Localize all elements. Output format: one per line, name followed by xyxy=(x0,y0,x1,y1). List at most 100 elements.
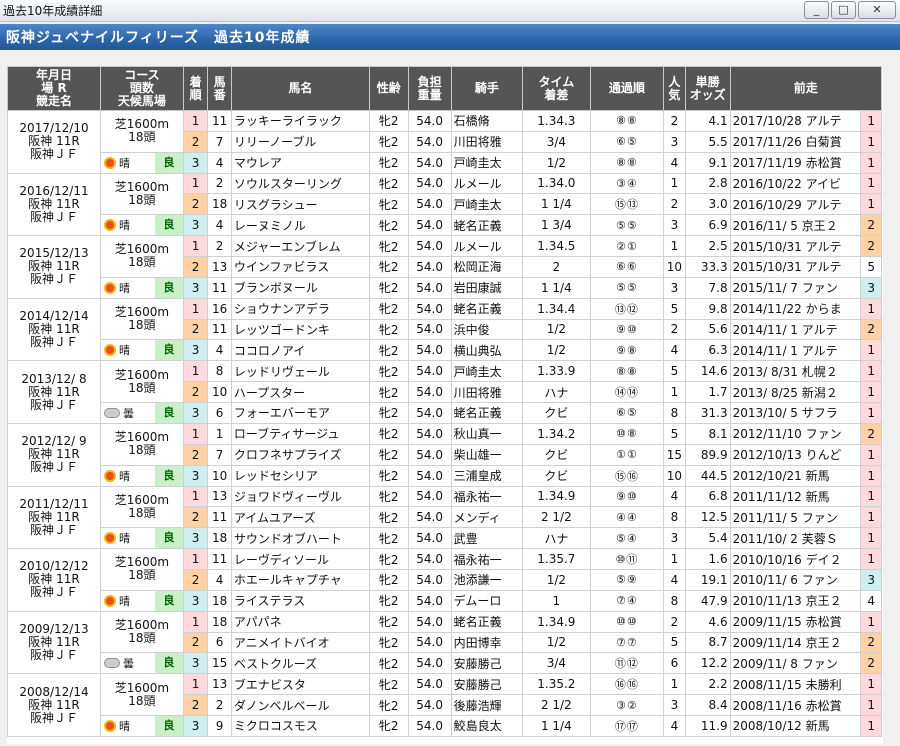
jockey-name[interactable]: 蛯名正義 xyxy=(450,610,524,633)
jockey-name[interactable]: 鮫島良太 xyxy=(450,714,524,737)
maximize-button[interactable]: □ xyxy=(831,1,856,19)
horse-name[interactable]: レーヌミノル xyxy=(230,214,370,237)
previous-race[interactable]: 2014/11/22 からま xyxy=(729,297,862,320)
table-row[interactable]: 2009/12/13 阪神 11R 阪神ＪＦ 芝1600m 18頭 1 18 アパパネ牝… xyxy=(6,610,882,675)
jockey-name[interactable]: 後藤浩輝 xyxy=(450,694,524,716)
previous-race[interactable]: 2013/10/ 5 サフラ xyxy=(729,401,862,424)
col-header-name[interactable]: 馬名 xyxy=(230,66,370,111)
horse-name[interactable]: ラッキーライラック xyxy=(230,110,370,132)
table-row[interactable]: 晴良 3 9 ミクロコスモス 牝2 54.0 鮫島良太 1 1/4 ⑰⑰ 4 11.9 2008/10… xyxy=(8,714,882,737)
previous-race[interactable]: 2016/11/ 5 京王２ xyxy=(729,214,862,237)
jockey-name[interactable]: 蛯名正義 xyxy=(450,297,524,320)
table-row[interactable]: 2013/12/ 8 阪神 11R 阪神ＪＦ 芝1600m 18頭 1 8 レッドリヴェ… xyxy=(6,360,882,424)
previous-race[interactable]: 2008/10/12 新馬 xyxy=(729,714,862,737)
table-row[interactable]: 晴良 3 4 レーヌミノル 牝2 54.0 蛯名正義 1 3/4 ⑤⑤ 3 6.9 2016/11/ … xyxy=(8,214,882,237)
horse-name[interactable]: クロフネサプライズ xyxy=(230,443,370,466)
previous-race[interactable]: 2010/11/ 6 ファン xyxy=(729,568,862,591)
previous-race[interactable]: 2014/11/ 1 アルテ xyxy=(729,339,862,362)
horse-name[interactable]: アニメイトバイオ xyxy=(230,631,370,654)
jockey-name[interactable]: 秋山真一 xyxy=(450,422,524,445)
col-header-pass[interactable]: 通過順 xyxy=(589,66,665,111)
col-header-course[interactable]: コース 頭数 天候馬場 xyxy=(100,66,184,111)
jockey-name[interactable]: ルメール xyxy=(450,172,524,195)
col-header-weight[interactable]: 負担 重量 xyxy=(407,66,452,111)
jockey-name[interactable]: 三浦皇成 xyxy=(450,464,524,487)
previous-race[interactable]: 2011/10/ 2 芙蓉Ｓ xyxy=(729,527,862,550)
horse-name[interactable]: レッドセシリア xyxy=(230,464,370,487)
table-row[interactable]: 晴良 3 10 レッドセシリア 牝2 54.0 三浦皇成 クビ ⑮⑯ 10 44.5 2012/10/… xyxy=(8,464,882,487)
vertical-scrollbar[interactable] xyxy=(883,66,900,744)
table-row[interactable]: 晴良 3 18 ライステラス 牝2 54.0 デムーロ 1 ⑦④ 8 47.9 2010/11/13 … xyxy=(8,589,882,612)
table-row[interactable]: 2015/12/13 阪神 11R 阪神ＪＦ 芝1600m 18頭 1 2 メジャーエン… xyxy=(6,235,882,299)
horse-name[interactable]: ライステラス xyxy=(230,589,370,612)
jockey-name[interactable]: 戸崎圭太 xyxy=(450,193,524,216)
table-row[interactable]: 2008/12/14 阪神 11R 阪神ＪＦ 芝1600m 18頭 1 13 ブエナビス… xyxy=(6,673,882,737)
horse-name[interactable]: フォーエバーモア xyxy=(230,401,370,424)
previous-race[interactable]: 2012/10/21 新馬 xyxy=(729,464,862,487)
previous-race[interactable]: 2008/11/16 赤松賞 xyxy=(729,694,862,716)
previous-race[interactable]: 2012/11/10 ファン xyxy=(729,422,862,445)
horse-name[interactable]: ミクロコスモス xyxy=(230,714,370,737)
table-row[interactable]: 晴良 3 4 ココロノアイ 牝2 54.0 横山典弘 1/2 ⑨⑧ 4 6.3 2014/11/ 1 … xyxy=(8,339,882,362)
horse-name[interactable]: メジャーエンブレム xyxy=(230,235,370,257)
previous-race[interactable]: 2017/11/26 白菊賞 xyxy=(729,130,862,153)
jockey-name[interactable]: デムーロ xyxy=(450,589,524,612)
col-header-date[interactable]: 年月日 場 R 競走名 xyxy=(6,66,102,111)
jockey-name[interactable]: 福永祐一 xyxy=(450,548,524,570)
horse-name[interactable]: アイムユアーズ xyxy=(230,506,370,529)
horse-name[interactable]: ココロノアイ xyxy=(230,339,370,362)
table-row[interactable]: 2017/12/10 阪神 11R 阪神ＪＦ 芝1600m 18頭 1 11 ラッキーラ… xyxy=(6,110,882,174)
horse-name[interactable]: ホエールキャプチャ xyxy=(230,568,370,591)
table-row[interactable]: 2016/12/11 阪神 11R 阪神ＪＦ 芝1600m 18頭 1 2 ソウルスター… xyxy=(6,172,882,237)
previous-race[interactable]: 2016/10/29 アルテ xyxy=(729,193,862,216)
previous-race[interactable]: 2008/11/15 未勝利 xyxy=(729,673,862,696)
table-row[interactable]: 晴良 3 18 サウンドオブハート 牝2 54.0 武豊 ハナ ⑤④ 3 5.4 2011/10/ 2… xyxy=(8,527,882,550)
jockey-name[interactable]: 池添謙一 xyxy=(450,568,524,591)
previous-race[interactable]: 2013/ 8/25 新潟２ xyxy=(729,381,862,403)
col-header-num[interactable]: 馬 番 xyxy=(207,66,232,111)
jockey-name[interactable]: メンディ xyxy=(450,506,524,529)
jockey-name[interactable]: 内田博幸 xyxy=(450,631,524,654)
results-table-container[interactable]: 年月日 場 R 競走名 コース 頭数 天候馬場 着 順 馬 番 馬名 性齢 負担… xyxy=(6,66,883,744)
jockey-name[interactable]: 福永祐一 xyxy=(450,485,524,508)
horse-name[interactable]: レッドリヴェール xyxy=(230,360,370,383)
previous-race[interactable]: 2010/11/13 京王２ xyxy=(729,589,862,612)
horse-name[interactable]: ハープスター xyxy=(230,381,370,403)
jockey-name[interactable]: 浜中俊 xyxy=(450,318,524,341)
previous-race[interactable]: 2009/11/14 京王２ xyxy=(729,631,862,654)
previous-race[interactable]: 2013/ 8/31 札幌２ xyxy=(729,360,862,383)
col-header-prev[interactable]: 前走 xyxy=(729,66,883,111)
table-row[interactable]: 2012/12/ 9 阪神 11R 阪神ＪＦ 芝1600m 18頭 1 1 ローブティサ… xyxy=(6,422,882,487)
horse-name[interactable]: アパパネ xyxy=(230,610,370,633)
previous-race[interactable]: 2012/10/13 りんど xyxy=(729,443,862,466)
horse-name[interactable]: ウインファビラス xyxy=(230,255,370,278)
jockey-name[interactable]: 岩田康誠 xyxy=(450,276,524,299)
table-row[interactable]: 2014/12/14 阪神 11R 阪神ＪＦ 芝1600m 18頭 1 16 ショウナン… xyxy=(6,297,882,362)
minimize-button[interactable]: _ xyxy=(804,1,829,19)
jockey-name[interactable]: ルメール xyxy=(450,235,524,257)
table-row[interactable]: 2011/12/11 阪神 11R 阪神ＪＦ 芝1600m 18頭 1 13 ジョワドヴ… xyxy=(6,485,882,550)
col-header-sexage[interactable]: 性齢 xyxy=(368,66,409,111)
previous-race[interactable]: 2011/11/ 5 ファン xyxy=(729,506,862,529)
previous-race[interactable]: 2011/11/12 新馬 xyxy=(729,485,862,508)
jockey-name[interactable]: 戸崎圭太 xyxy=(450,151,524,174)
col-header-rank[interactable]: 着 順 xyxy=(182,66,209,111)
horse-name[interactable]: ベストクルーズ xyxy=(230,652,370,675)
horse-name[interactable]: ソウルスターリング xyxy=(230,172,370,195)
jockey-name[interactable]: 石橋脩 xyxy=(450,110,524,132)
col-header-jockey[interactable]: 騎手 xyxy=(450,66,524,111)
table-row[interactable]: 晴良 3 11 ブランボヌール 牝2 54.0 岩田康誠 1 1/4 ⑤⑤ 3 7.8 2015/11… xyxy=(8,276,882,299)
jockey-name[interactable]: 安藤勝己 xyxy=(450,652,524,675)
close-button[interactable]: ✕ xyxy=(858,1,896,19)
jockey-name[interactable]: 松岡正海 xyxy=(450,255,524,278)
jockey-name[interactable]: 川田将雅 xyxy=(450,130,524,153)
previous-race[interactable]: 2010/10/16 デイ２ xyxy=(729,548,862,570)
table-row[interactable]: 曇良 3 6 フォーエバーモア 牝2 54.0 蛯名正義 クビ ⑥⑤ 8 31.3 2013/10/ … xyxy=(8,401,882,424)
previous-race[interactable]: 2017/11/19 赤松賞 xyxy=(729,151,862,174)
jockey-name[interactable]: 川田将雅 xyxy=(450,381,524,403)
table-row[interactable]: 曇良 3 15 ベストクルーズ 牝2 54.0 安藤勝己 3/4 ⑪⑫ 6 12.2 2009/11/… xyxy=(8,652,882,675)
previous-race[interactable]: 2015/10/31 アルテ xyxy=(729,235,862,257)
jockey-name[interactable]: 蛯名正義 xyxy=(450,401,524,424)
horse-name[interactable]: レーヴディソール xyxy=(230,548,370,570)
horse-name[interactable]: ブエナビスタ xyxy=(230,673,370,696)
